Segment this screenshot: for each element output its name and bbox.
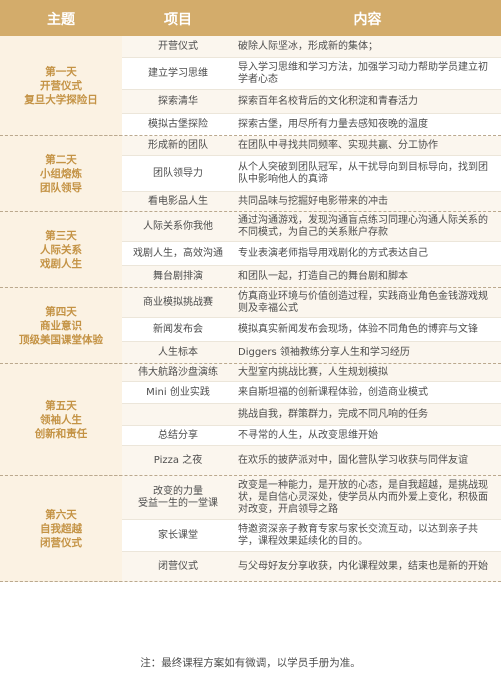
row-item: 人生标本 (158, 347, 198, 358)
table-row: 探索清华 探索百年名校背后的文化积淀和青春活力 (122, 90, 501, 114)
row-item: 家长课堂 (158, 529, 198, 541)
row-item: 探索清华 (158, 95, 198, 107)
row-item: 戏剧人生，高效沟通 (133, 247, 223, 259)
row-content: 挑战自我，群策群力，完成不同凡响的任务 (238, 408, 428, 420)
row-item: 伟大航路沙盘演练 (138, 366, 218, 378)
table-row: 商业模拟挑战赛 仿真商业环境与价值创造过程，实践商业角色金钱游戏规则及幸福公式 (122, 288, 501, 318)
table-row: 总结分享 不寻常的人生，从改变思维开始 (122, 426, 501, 446)
row-content: Diggers 领袖教练分享人生和学习经历 (238, 347, 410, 358)
table-row: 团队领导力 从个人突破到团队冠军，从干扰导向到目标导向，找到团队中影响他人的真谛 (122, 156, 501, 192)
row-item: 舞台剧排演 (153, 271, 203, 282)
header-item: 项目 (164, 12, 192, 28)
day-title-line: 创新和责任 (34, 427, 88, 440)
row-item: 看电影品人生 (148, 196, 208, 207)
row-content: 探索百年名校背后的文化积淀和青春活力 (238, 95, 418, 107)
day-divider (0, 581, 501, 582)
day-title-line: 开营仪式 (40, 79, 82, 92)
row-content: 和团队一起，打造自己的舞台剧和脚本 (238, 271, 408, 282)
table-row: 舞台剧排演 和团队一起，打造自己的舞台剧和脚本 (122, 266, 501, 288)
row-content: 导入学习思维和学习方法，加强学习动力帮助学员建立初学者心态 (238, 61, 488, 85)
row-content: 大型室内挑战比赛，人生规划模拟 (238, 366, 388, 378)
row-content: 不寻常的人生，从改变思维开始 (238, 429, 378, 441)
row-content: 破除人际坚冰，形成新的集体； (238, 40, 378, 52)
day-title-line: 自我超越 (40, 522, 82, 535)
day-title-line: 人际关系 (40, 243, 82, 256)
row-item: 人际关系你我他 (143, 220, 213, 232)
table-row: 模拟古堡探险 探索古堡，用尽所有力量去感知夜晚的温度 (122, 114, 501, 136)
row-content: 共同品味与挖掘好电影带来的冲击 (238, 196, 388, 207)
row-content: 仿真商业环境与价值创造过程，实践商业角色金钱游戏规则及幸福公式 (238, 290, 488, 314)
day-title-line: 复旦大学探险日 (24, 93, 98, 106)
header-theme: 主题 (47, 12, 75, 28)
day-title-line: 小组熔炼 (40, 167, 82, 180)
day-theme-4: 第四天 商业意识 顶级美国课堂体验 (0, 288, 122, 364)
day-title-line: 第三天 (45, 229, 77, 242)
row-item: 模拟古堡探险 (148, 119, 208, 130)
day-title-line: 第五天 (45, 399, 77, 412)
day-title-line: 第二天 (45, 153, 77, 166)
day-title-line: 领袖人生 (40, 413, 82, 426)
table-row: 戏剧人生，高效沟通 专业表演老师指导用戏剧化的方式表达自己 (122, 242, 501, 266)
table-row: 开营仪式 破除人际坚冰，形成新的集体； (122, 36, 501, 58)
row-item: 改变的力量 受益一生的一堂课 (138, 485, 218, 509)
day-title-line: 顶级美国课堂体验 (19, 333, 103, 346)
row-item: Mini 创业实践 (146, 386, 210, 398)
row-item: 开营仪式 (158, 40, 198, 52)
table-row: 看电影品人生 共同品味与挖掘好电影带来的冲击 (122, 192, 501, 212)
row-content: 专业表演老师指导用戏剧化的方式表达自己 (238, 247, 428, 259)
table-row: 伟大航路沙盘演练 大型室内挑战比赛，人生规划模拟 (122, 364, 501, 382)
row-content: 模拟真实新闻发布会现场，体验不同角色的博弈与文锋 (238, 323, 478, 335)
day-title-line: 第一天 (45, 65, 77, 78)
table-row: 闭营仪式 与父母好友分享收获，内化课程效果，结束也是新的开始 (122, 552, 501, 582)
day-title-line: 第六天 (45, 508, 77, 521)
row-content: 来自斯坦福的创新课程体验，创造商业模式 (238, 386, 428, 398)
header-content: 内容 (353, 12, 382, 28)
row-content: 在欢乐的披萨派对中，固化营队学习收获与同伴友谊 (238, 455, 468, 466)
row-content: 与父母好友分享收获，内化课程效果，结束也是新的开始 (238, 561, 488, 572)
row-item: Pizza 之夜 (153, 455, 203, 466)
table-row: 家长课堂 特邀资深亲子教育专家与家长交流互动，以达到亲子共学，课程效果延续化的目的… (122, 520, 501, 552)
table-row: Pizza 之夜 在欢乐的披萨派对中，固化营队学习收获与同伴友谊 (122, 446, 501, 476)
day-theme-5: 第五天 领袖人生 创新和责任 (0, 364, 122, 476)
row-item (122, 404, 234, 425)
day-theme-3: 第三天 人际关系 戏剧人生 (0, 212, 122, 288)
table-row: Mini 创业实践 来自斯坦福的创新课程体验，创造商业模式 (122, 382, 501, 404)
day-title-line: 戏剧人生 (40, 257, 82, 270)
row-content: 通过沟通游戏，发现沟通盲点练习同理心沟通人际关系的不同模式，为自己的关系账户存款 (238, 214, 488, 238)
table-row: 新闻发布会 模拟真实新闻发布会现场，体验不同角色的博弈与文锋 (122, 318, 501, 342)
day-title-line: 商业意识 (40, 319, 82, 332)
row-content: 探索古堡，用尽所有力量去感知夜晚的温度 (238, 119, 428, 130)
footnote: 注：最终课程方案如有微调，以学员手册为准。 (140, 657, 361, 669)
table-row: 人际关系你我他 通过沟通游戏，发现沟通盲点练习同理心沟通人际关系的不同模式，为自己… (122, 212, 501, 242)
row-item: 商业模拟挑战赛 (143, 296, 213, 308)
table-header: 主题 项目 内容 (0, 0, 501, 36)
row-item: 形成新的团队 (148, 139, 208, 151)
day-title-line: 第四天 (45, 305, 77, 318)
day-title-line: 闭营仪式 (40, 536, 82, 549)
row-item: 闭营仪式 (158, 561, 198, 572)
table-row: 形成新的团队 在团队中寻找共同频率、实现共赢、分工协作 (122, 136, 501, 156)
row-item: 新闻发布会 (153, 323, 203, 335)
row-content: 改变是一种能力，是开放的心态，是自我超越，是挑战现状，是自信心灵深处，使学员从内… (238, 479, 488, 515)
table-row: 建立学习思维 导入学习思维和学习方法，加强学习动力帮助学员建立初学者心态 (122, 58, 501, 90)
day-theme-6: 第六天 自我超越 闭营仪式 (0, 476, 122, 582)
day-theme-2: 第二天 小组熔炼 团队领导 (0, 136, 122, 212)
day-title-line: 团队领导 (40, 181, 82, 194)
row-item: 团队领导力 (153, 167, 203, 179)
table-row: 人生标本 Diggers 领袖教练分享人生和学习经历 (122, 342, 501, 364)
row-item: 总结分享 (158, 429, 198, 441)
table-row: 改变的力量 受益一生的一堂课 改变是一种能力，是开放的心态，是自我超越，是挑战现状… (122, 476, 501, 520)
row-content: 特邀资深亲子教育专家与家长交流互动，以达到亲子共学，课程效果延续化的目的。 (238, 523, 478, 547)
day-theme-1: 第一天 开营仪式 复旦大学探险日 (0, 36, 122, 136)
row-item: 建立学习思维 (148, 67, 208, 79)
row-content: 在团队中寻找共同频率、实现共赢、分工协作 (238, 139, 438, 151)
row-content: 从个人突破到团队冠军，从干扰导向到目标导向，找到团队中影响他人的真谛 (238, 161, 488, 185)
table-row: 挑战自我，群策群力，完成不同凡响的任务 (122, 404, 501, 426)
